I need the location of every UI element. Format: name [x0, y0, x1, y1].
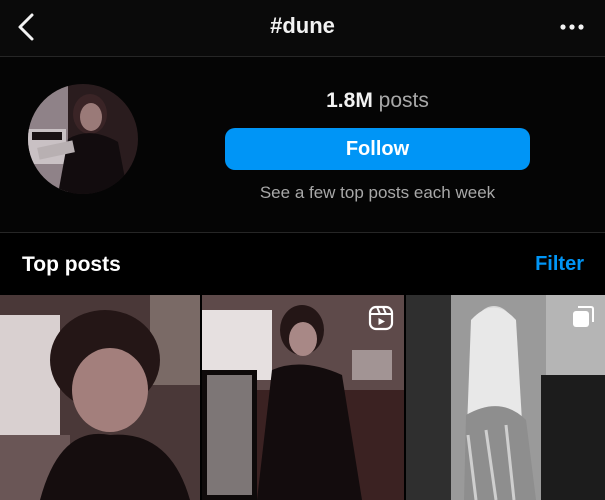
reels-icon: [368, 305, 394, 331]
post-count-number: 1.8M: [326, 89, 373, 112]
section-divider: [0, 232, 605, 233]
carousel-icon: [573, 306, 594, 327]
post-thumbnail[interactable]: [0, 295, 200, 500]
filter-button[interactable]: Filter: [535, 253, 584, 276]
post-count-unit: posts: [378, 89, 429, 112]
hashtag-avatar: [28, 84, 138, 194]
follow-subtitle: See a few top posts each week: [259, 183, 496, 202]
follow-button[interactable]: Follow: [225, 128, 530, 170]
post-thumbnail[interactable]: [406, 295, 605, 500]
more-options-button[interactable]: [557, 12, 587, 42]
post-thumbnail[interactable]: [202, 295, 404, 500]
post-count: 1.8M posts: [225, 89, 530, 113]
page-title: #dune: [270, 13, 335, 38]
post-grid: [0, 295, 605, 500]
section-title: Top posts: [22, 253, 121, 276]
more-horizontal-icon: [560, 24, 584, 30]
top-bar: #dune: [0, 0, 605, 56]
